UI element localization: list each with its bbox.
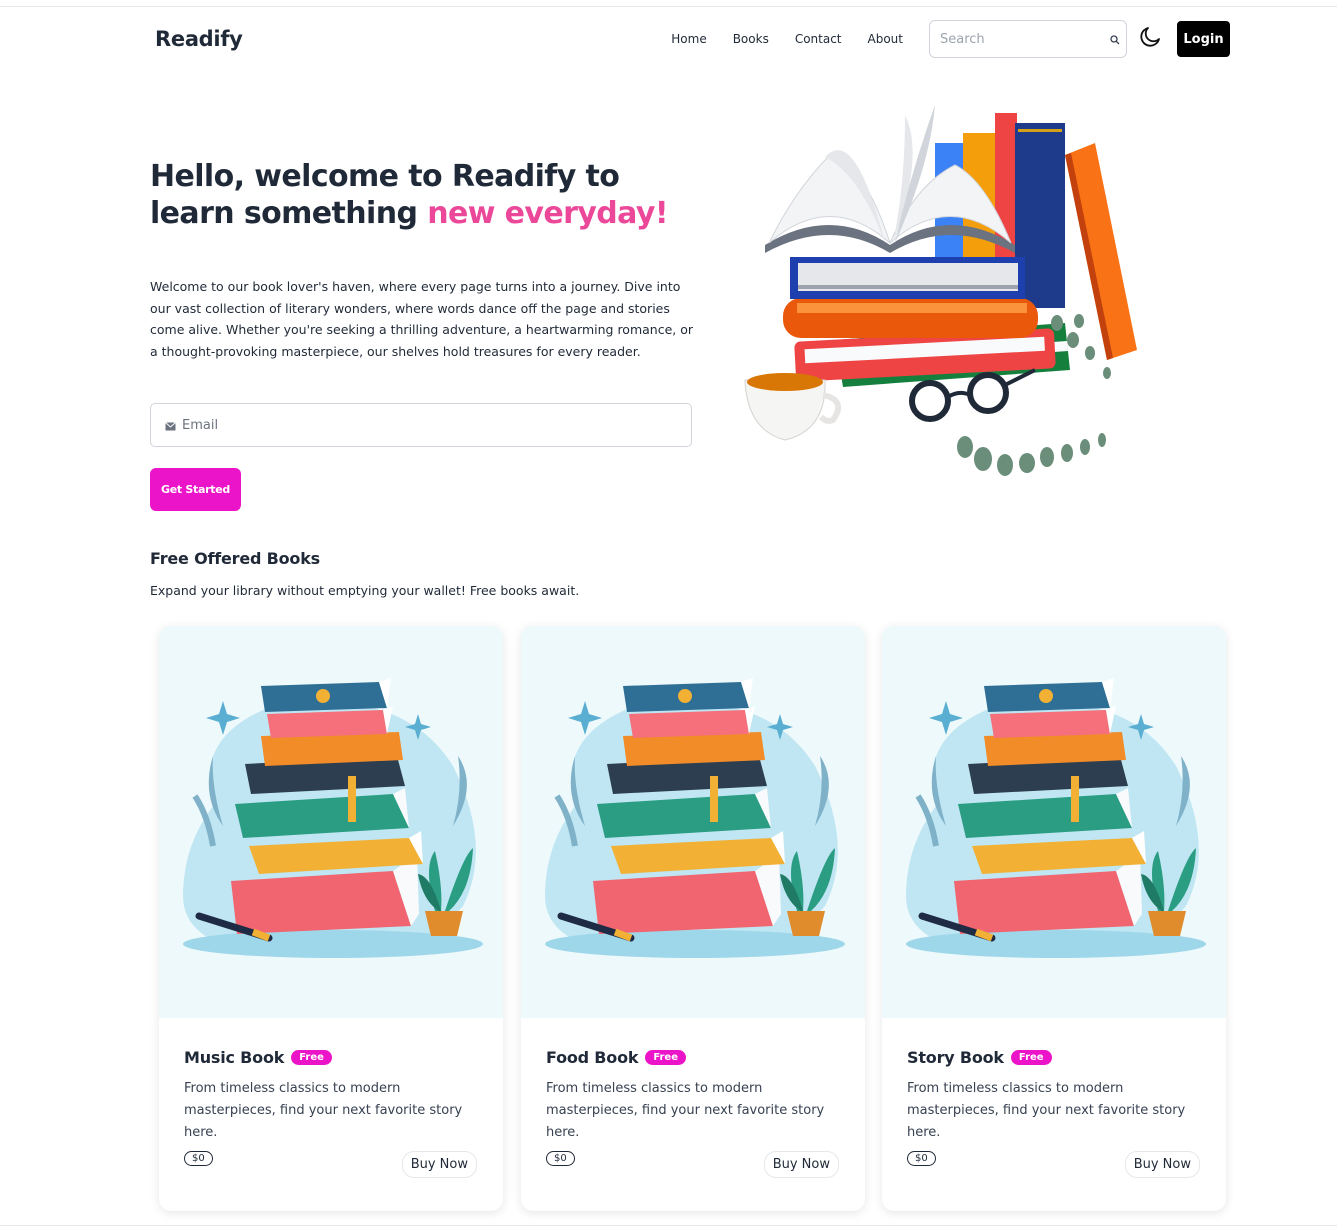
price-tag: $0 (907, 1151, 936, 1166)
hero-title: Hello, welcome to Readify to learn somet… (150, 158, 710, 232)
card-description: From timeless classics to modern masterp… (184, 1081, 463, 1140)
price-tag: $0 (184, 1151, 213, 1166)
hero-description: Welcome to our book lover's haven, where… (150, 279, 694, 359)
card-description: From timeless classics to modern masterp… (907, 1081, 1186, 1140)
book-stack-image (159, 626, 503, 1018)
email-field-container (150, 403, 692, 447)
book-card-story[interactable]: Story Book Free From timeless classics t… (882, 626, 1226, 1211)
buy-now-button[interactable]: Buy Now (1124, 1151, 1200, 1178)
nav-right: Home Books Contact About Login (671, 20, 1230, 58)
search-icon[interactable] (1110, 30, 1120, 49)
section-subtitle: Expand your library without emptying you… (150, 583, 580, 598)
envelope-icon (165, 416, 176, 435)
free-badge: Free (291, 1050, 332, 1065)
book-card-food[interactable]: Food Book Free From timeless classics to… (521, 626, 865, 1211)
nav-link-about[interactable]: About (868, 32, 903, 46)
card-title: Food Book (546, 1048, 639, 1067)
search-box (929, 20, 1127, 58)
login-button[interactable]: Login (1177, 21, 1230, 57)
buy-now-button[interactable]: Buy Now (763, 1151, 839, 1178)
card-title: Story Book (907, 1048, 1004, 1067)
top-divider (0, 6, 1337, 7)
email-field[interactable] (182, 417, 677, 433)
book-stack-image (521, 626, 865, 1018)
free-badge: Free (1010, 1050, 1052, 1065)
card-description: From timeless classics to modern masterp… (546, 1081, 825, 1140)
card-title: Music Book (184, 1048, 285, 1067)
bottom-divider (0, 1225, 1337, 1226)
nav-link-books[interactable]: Books (733, 32, 769, 46)
nav-link-home[interactable]: Home (671, 32, 706, 46)
book-stack-illustration (906, 678, 1206, 958)
navbar: Readify Home Books Contact About Login (150, 18, 1230, 60)
book-stack-illustration (545, 678, 845, 958)
card-title-row: Music Book Free (184, 1048, 332, 1067)
nav-links: Home Books Contact About (671, 32, 903, 46)
section-title: Free Offered Books (150, 549, 320, 568)
hero-books-illustration (735, 95, 1145, 490)
nav-link-contact[interactable]: Contact (795, 32, 842, 46)
book-stack-image (882, 626, 1226, 1018)
card-title-row: Food Book Free (546, 1048, 686, 1067)
card-title-row: Story Book Free (907, 1048, 1052, 1067)
site-logo[interactable]: Readify (155, 27, 243, 51)
hero-title-accent: new everyday! (427, 196, 668, 231)
theme-toggle[interactable] (1137, 26, 1163, 52)
book-stack-illustration (183, 678, 483, 958)
price-tag: $0 (546, 1151, 575, 1166)
free-badge: Free (645, 1050, 686, 1065)
search-input[interactable] (940, 31, 1110, 47)
moon-icon (1139, 26, 1161, 52)
book-card-music[interactable]: Music Book Free From timeless classics t… (159, 626, 503, 1211)
buy-now-button[interactable]: Buy Now (401, 1151, 477, 1178)
get-started-button[interactable]: Get Started (150, 468, 241, 511)
